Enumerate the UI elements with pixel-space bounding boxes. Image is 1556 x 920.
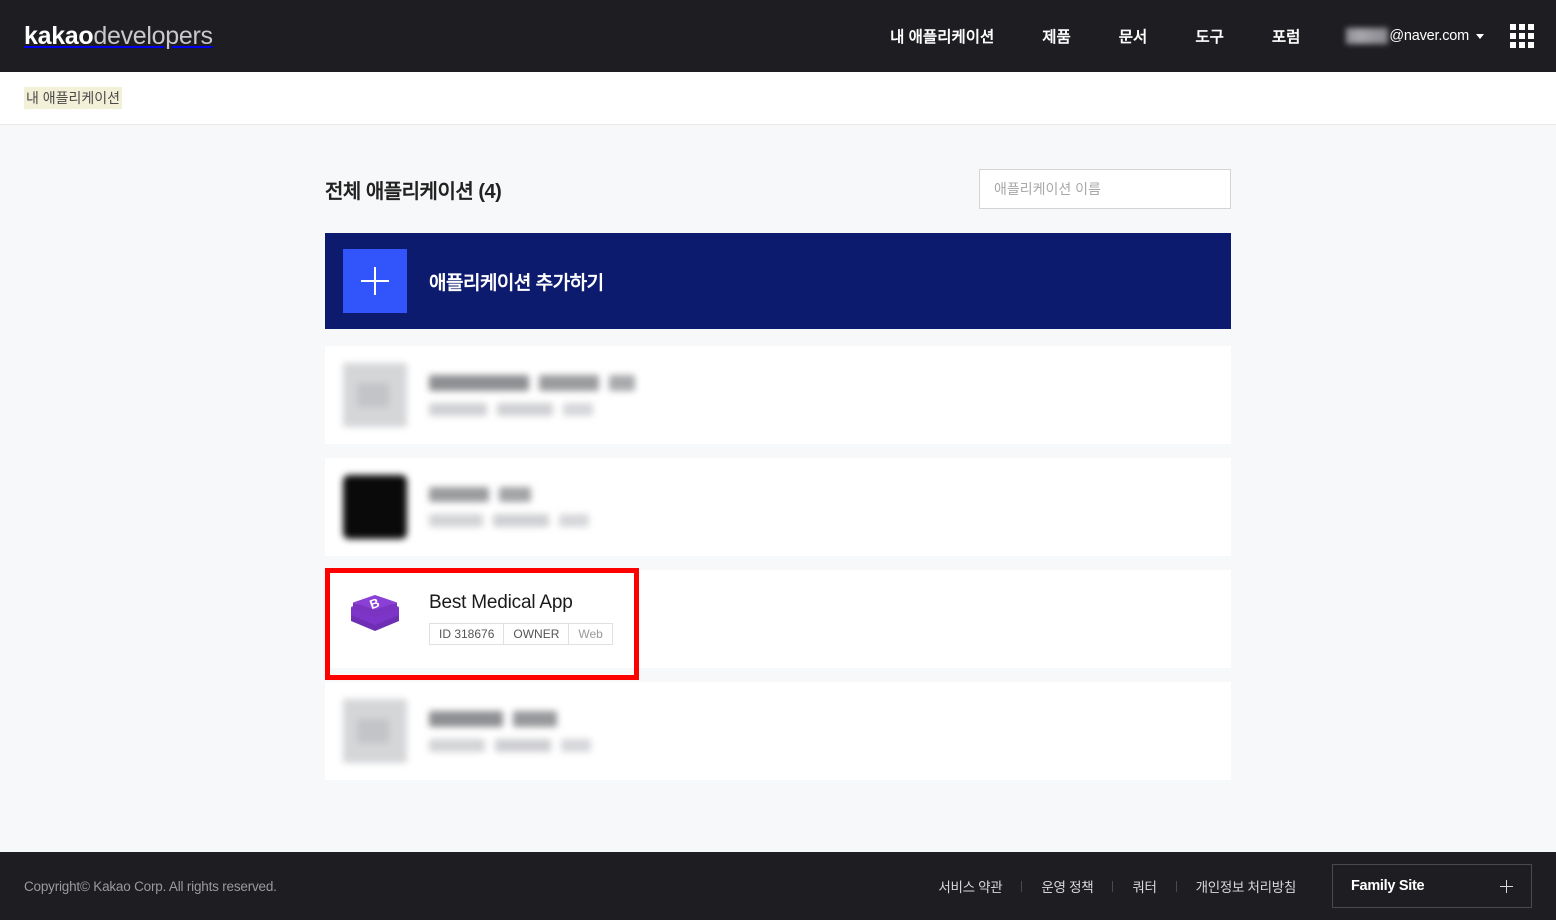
application-badges-redacted — [429, 738, 591, 752]
application-thumbnail — [343, 363, 407, 427]
nav-item-my-applications[interactable]: 내 애플리케이션 — [866, 25, 1018, 47]
family-site-dropdown[interactable]: Family Site — [1332, 864, 1532, 908]
nav-link-forum[interactable]: 포럼 — [1248, 25, 1325, 47]
family-site-label: Family Site — [1351, 878, 1425, 894]
account-email-domain: @naver.com — [1389, 28, 1469, 44]
page-title: 전체 애플리케이션 (4) — [325, 180, 502, 203]
application-card-redacted-2[interactable] — [325, 458, 1231, 556]
copyright-text: Copyright© Kakao Corp. All rights reserv… — [24, 878, 277, 894]
footer-link-policy[interactable]: 운영 정책 — [1022, 876, 1112, 896]
list-header: 전체 애플리케이션 (4) — [325, 167, 1231, 211]
main-content: 전체 애플리케이션 (4) 애플리케이션 추가하기 — [0, 125, 1556, 920]
breadcrumb: 내 애플리케이션 — [0, 72, 1556, 125]
nav-link-tools[interactable]: 도구 — [1171, 25, 1248, 47]
application-name: Best Medical App — [429, 592, 573, 614]
badge-app-id: ID 318676 — [429, 622, 505, 645]
nav-link-docs[interactable]: 문서 — [1095, 25, 1172, 47]
footer-links: 서비스 약관 운영 정책 쿼터 개인정보 처리방침 — [919, 876, 1315, 896]
nav-item-products[interactable]: 제품 — [1018, 25, 1095, 47]
application-info — [429, 374, 635, 416]
application-icon-redacted — [343, 363, 407, 427]
chevron-down-icon — [1476, 33, 1484, 39]
application-info: Best Medical App ID 318676 OWNER Web — [429, 592, 613, 645]
footer-item-policy[interactable]: 운영 정책 — [1021, 876, 1112, 896]
application-thumbnail: B — [343, 587, 407, 651]
nav-item-docs[interactable]: 문서 — [1095, 25, 1172, 47]
logo-developers-text: developers — [93, 21, 213, 50]
nav-item-tools[interactable]: 도구 — [1171, 25, 1248, 47]
application-name-redacted — [429, 487, 589, 502]
application-thumbnail — [343, 699, 407, 763]
application-info — [429, 710, 591, 752]
footer-item-quota[interactable]: 쿼터 — [1112, 876, 1175, 896]
add-application-label: 애플리케이션 추가하기 — [429, 272, 604, 294]
plus-icon — [1500, 879, 1513, 893]
account-menu[interactable]: @naver.com — [1346, 28, 1484, 44]
application-card-redacted-3[interactable] — [325, 682, 1231, 780]
account-username-redacted — [1346, 28, 1389, 44]
footer-link-privacy[interactable]: 개인정보 처리방침 — [1177, 876, 1315, 896]
search-input[interactable] — [979, 169, 1231, 209]
application-thumbnail — [343, 475, 407, 539]
bootstrap-logo-icon: B — [351, 595, 399, 631]
nav-link-products[interactable]: 제품 — [1018, 25, 1095, 47]
application-badges-redacted — [429, 514, 589, 527]
breadcrumb-item-my-applications[interactable]: 내 애플리케이션 — [24, 87, 123, 109]
logo-kakao-text: kakao — [24, 21, 94, 50]
add-application-button[interactable]: 애플리케이션 추가하기 — [325, 233, 1231, 329]
nav-list: 내 애플리케이션 제품 문서 도구 포럼 — [866, 25, 1324, 47]
badge-role: OWNER — [503, 622, 570, 645]
nav-item-forum[interactable]: 포럼 — [1248, 25, 1325, 47]
global-header: kakaodevelopers 내 애플리케이션 제품 문서 도구 포럼 @na… — [0, 0, 1556, 72]
header-right-group: 내 애플리케이션 제품 문서 도구 포럼 @naver.com — [866, 24, 1534, 48]
footer-link-quota[interactable]: 쿼터 — [1113, 876, 1175, 896]
grid-apps-icon[interactable] — [1510, 24, 1534, 48]
footer-right-group: 서비스 약관 운영 정책 쿼터 개인정보 처리방침 Family Site — [919, 864, 1532, 908]
application-badges-redacted — [429, 402, 635, 416]
application-card-redacted-1[interactable] — [325, 346, 1231, 444]
nav-link-my-applications[interactable]: 내 애플리케이션 — [866, 25, 1018, 47]
application-card-best-medical-app[interactable]: B Best Medical App ID 318676 OWNER Web — [325, 568, 1231, 680]
application-name-redacted — [429, 374, 635, 391]
application-info — [429, 487, 589, 527]
application-badges: ID 318676 OWNER Web — [429, 622, 613, 645]
footer-item-terms[interactable]: 서비스 약관 — [919, 876, 1021, 896]
application-list-container: 전체 애플리케이션 (4) 애플리케이션 추가하기 — [325, 167, 1231, 780]
footer-item-privacy[interactable]: 개인정보 처리방침 — [1176, 876, 1315, 896]
site-logo[interactable]: kakaodevelopers — [24, 21, 213, 50]
application-icon-redacted — [343, 475, 407, 539]
plus-icon — [343, 249, 407, 313]
main-navigation: 내 애플리케이션 제품 문서 도구 포럼 — [866, 25, 1324, 47]
application-name-redacted — [429, 710, 591, 727]
global-footer: Copyright© Kakao Corp. All rights reserv… — [0, 852, 1556, 920]
badge-platform: Web — [568, 622, 613, 645]
footer-link-terms[interactable]: 서비스 약관 — [919, 876, 1021, 896]
application-icon-redacted — [343, 699, 407, 763]
